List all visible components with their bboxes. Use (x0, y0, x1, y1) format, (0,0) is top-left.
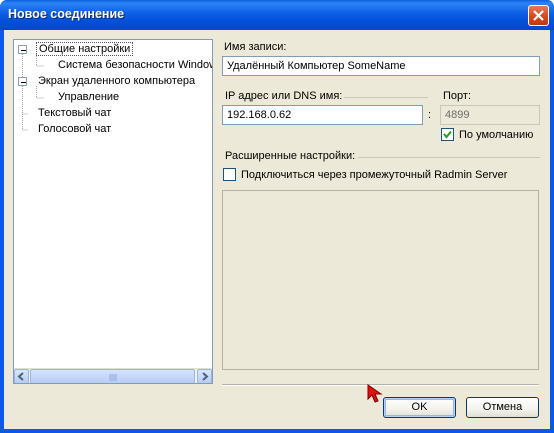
check-icon (443, 130, 452, 139)
default-port-label[interactable]: По умолчанию (459, 129, 533, 141)
advanced-settings-label: Расширенные настройки: (225, 150, 356, 162)
port-label: Порт: (443, 90, 471, 102)
close-icon (533, 10, 544, 21)
ok-button[interactable]: OK (383, 397, 456, 418)
tree-item-general[interactable]: Общие настройки (36, 42, 134, 57)
collapse-icon[interactable] (18, 77, 27, 86)
ip-group-line (344, 97, 428, 98)
collapse-icon[interactable] (18, 45, 27, 54)
scroll-right-button[interactable] (197, 369, 212, 383)
title-bar[interactable]: Новое соединение (0, 0, 554, 30)
tree-item-voice-chat[interactable]: Голосовой чат (36, 122, 113, 137)
record-name-input[interactable]: Удалённый Компьютер SomeName (222, 56, 540, 76)
ip-input[interactable]: 192.168.0.62 (222, 105, 423, 125)
tree-item-label: Система безопасности Windows (58, 59, 213, 71)
horizontal-scrollbar[interactable] (14, 368, 212, 383)
intermediate-server-checkbox[interactable] (223, 168, 236, 181)
scroll-thumb[interactable] (30, 369, 195, 383)
tree-item-windows-security[interactable]: Система безопасности Windows (56, 58, 213, 73)
record-name-label: Имя записи: (224, 41, 287, 53)
advanced-group-line (358, 157, 540, 158)
scroll-left-button[interactable] (14, 369, 29, 383)
port-input[interactable]: 4899 (440, 105, 540, 125)
pointer-cursor-icon (367, 384, 383, 403)
default-port-checkbox[interactable] (441, 128, 454, 141)
tree-item-remote-screen[interactable]: Экран удаленного компьютера (36, 74, 197, 89)
chevron-right-icon (202, 372, 209, 381)
tree-item-label: Голосовой чат (38, 123, 112, 135)
grip-icon (109, 374, 117, 381)
cancel-button[interactable]: Отмена (466, 397, 539, 418)
dialog-body: Общие настройки Система безопасности Win… (4, 30, 550, 429)
advanced-settings-panel (222, 190, 539, 370)
colon-separator: : (428, 109, 432, 121)
new-connection-dialog: Новое соединение Общие настройки Система… (0, 0, 554, 433)
tree-item-label: Текстовый чат (38, 107, 112, 119)
tree-item-label: Экран удаленного компьютера (38, 75, 196, 87)
chevron-left-icon (17, 372, 24, 381)
settings-tree: Общие настройки Система безопасности Win… (13, 39, 213, 384)
tree-item-label: Управление (58, 91, 120, 103)
close-button[interactable] (528, 5, 549, 26)
window-title: Новое соединение (8, 7, 125, 21)
tree-item-label: Общие настройки (36, 42, 134, 56)
tree-item-control[interactable]: Управление (56, 90, 121, 105)
ip-label: IP адрес или DNS имя: (225, 90, 343, 102)
tree-item-text-chat[interactable]: Текстовый чат (36, 106, 113, 121)
intermediate-server-label[interactable]: Подключиться через промежуточный Radmin … (241, 169, 507, 181)
